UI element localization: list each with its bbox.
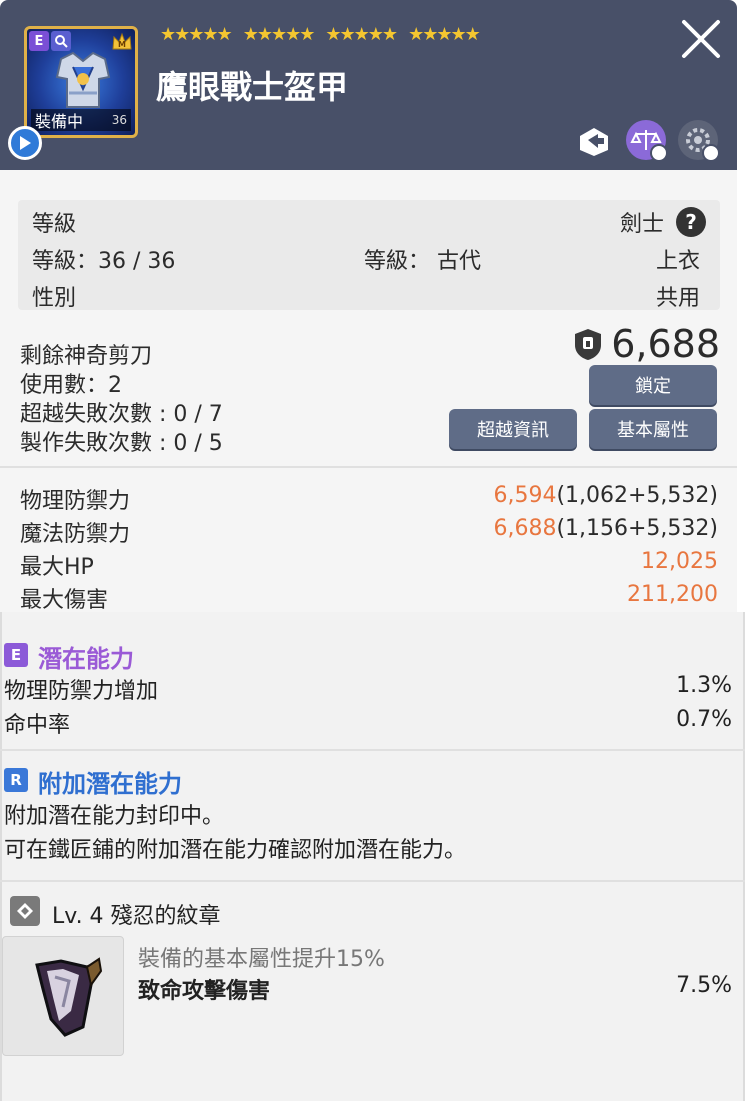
gender-value: 共用 [656,286,701,311]
stat-label: 魔法防禦力 [20,522,131,547]
item-icon-frame[interactable]: E M 裝備中 36 [24,26,138,138]
uses-count: 使用數：2 [20,373,122,398]
base-attributes-button[interactable]: 基本屬性 [589,409,717,449]
emblem-stat-value: 7.5% [676,973,732,998]
emblem-title: Lv. 4 殘忍的紋章 [52,904,221,929]
star-group: ★★★★★ [325,24,398,45]
slot-value: 上衣 [656,249,701,274]
magnifier-badge-icon[interactable] [51,31,71,51]
disabled-mark-icon [702,144,720,162]
lock-button[interactable]: 鎖定 [589,365,717,405]
potential-line-value: 1.3% [676,673,732,698]
scissors-shield-icon [575,329,602,360]
craft-fail-count: 製作失敗次數 : 0 / 5 [20,431,223,456]
potential-line-value: 0.7% [676,707,732,732]
star-group: ★★★★★ [242,24,316,45]
scissors-label: 剩餘神奇剪刀 [20,344,153,369]
epic-badge: E [29,31,49,51]
equipped-label: 裝備中 [35,112,84,131]
star-group: ★★★★★ [160,24,233,45]
transcend-fail-count: 超越失敗次數 : 0 / 7 [20,402,223,427]
gear-icon[interactable] [678,120,720,162]
additional-potential-hint: 可在鐵匠鋪的附加潛在能力確認附加潛在能力。 [4,838,467,863]
star-group: ★★★★★ [408,24,481,45]
grade-value: 等級： 古代 [364,249,481,274]
compare-scale-icon[interactable] [626,120,668,162]
item-level-badge: 36 [111,113,127,127]
armor-image [55,51,111,108]
divider [0,466,737,468]
epic-tag: E [4,643,28,667]
rare-tag: R [4,768,28,792]
stat-value: 6,594(1,062+5,532) [493,483,718,508]
level-label: 等級 [32,212,77,237]
emblem-gauntlet-image [35,957,103,1037]
stat-value: 12,025 [641,549,718,574]
stat-value: 211,200 [627,582,718,607]
price-value: 6,688 [611,322,720,366]
play-icon [20,136,31,150]
item-header: E M 裝備中 36 ★★★★★ ★★★★★ ★★★★★ ★★★★★ 鷹眼戰士盔… [0,0,737,170]
help-icon[interactable]: ? [676,207,706,237]
divider [0,749,745,751]
potential-title: 潛在能力 [38,645,134,673]
play-button[interactable] [8,126,42,160]
emblem-diamond-icon [10,896,40,926]
emblem-description: 裝備的基本屬性提升15% [138,947,385,972]
close-icon[interactable] [680,18,722,60]
share-icon[interactable] [574,120,614,160]
job-value: 劍士 [620,212,665,237]
divider [0,880,745,882]
disabled-mark-icon [650,144,668,162]
item-name: 鷹眼戰士盔甲 [156,68,349,106]
stat-value: 6,688(1,156+5,532) [493,516,718,541]
stat-label: 最大HP [20,555,94,580]
additional-potential-sealed: 附加潛在能力封印中。 [4,804,225,829]
emblem-stat-label: 致命攻擊傷害 [138,979,271,1004]
star-force-row: ★★★★★ ★★★★★ ★★★★★ ★★★★★ [160,24,481,45]
emblem-image-box [2,936,124,1056]
additional-potential-title: 附加潛在能力 [38,770,182,798]
transcend-info-button[interactable]: 超越資訊 [449,409,577,449]
stat-label: 最大傷害 [20,588,109,613]
item-detail-panel: E M 裝備中 36 ★★★★★ ★★★★★ ★★★★★ ★★★★★ 鷹眼戰士盔… [0,0,750,1101]
potential-line-label: 命中率 [4,713,71,738]
svg-text:M: M [118,40,126,49]
gender-label: 性別 [32,286,77,311]
price-display: 6,688 [571,322,720,366]
potential-line-label: 物理防禦力增加 [4,679,159,704]
level-value: 等級：36 / 36 [32,249,176,274]
equipped-bar: 裝備中 36 [31,109,131,131]
stat-label: 物理防禦力 [20,489,131,514]
